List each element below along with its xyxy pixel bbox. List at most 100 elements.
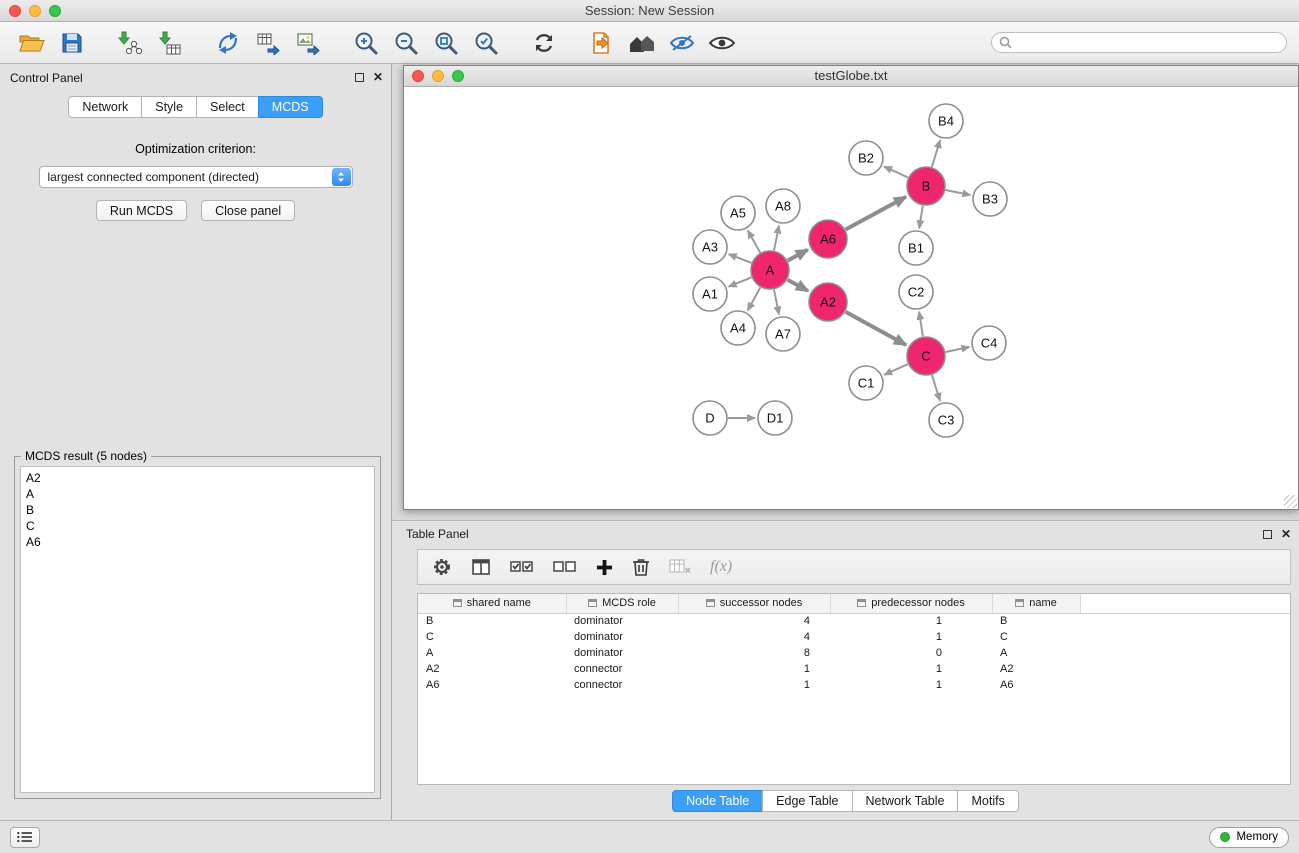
select-all-rows-button[interactable] bbox=[510, 558, 534, 576]
graph-node-A3[interactable]: A3 bbox=[693, 230, 727, 264]
edge-A-A3[interactable] bbox=[729, 254, 752, 263]
show-panels-button[interactable] bbox=[10, 827, 40, 848]
delete-column-button[interactable] bbox=[632, 557, 650, 577]
column-header-name[interactable]: name bbox=[992, 594, 1080, 613]
edge-B-B3[interactable] bbox=[946, 190, 971, 195]
tab-network[interactable]: Network bbox=[68, 96, 142, 118]
table-settings-button[interactable] bbox=[432, 557, 452, 577]
zoom-window-button[interactable] bbox=[49, 5, 61, 17]
deselect-all-rows-button[interactable] bbox=[553, 558, 577, 576]
hide-graphics-button[interactable] bbox=[662, 27, 702, 59]
edge-A-A4[interactable] bbox=[748, 288, 761, 311]
graph-node-C2[interactable]: C2 bbox=[899, 275, 933, 309]
tab-node-table[interactable]: Node Table bbox=[672, 790, 763, 812]
graph-node-A7[interactable]: A7 bbox=[766, 317, 800, 351]
tab-motifs[interactable]: Motifs bbox=[957, 790, 1018, 812]
edge-A-A5[interactable] bbox=[748, 230, 760, 252]
column-header-predecessor-nodes[interactable]: predecessor nodes bbox=[830, 594, 992, 613]
add-column-button[interactable] bbox=[596, 559, 613, 576]
mcds-result-item[interactable]: B bbox=[26, 502, 374, 518]
minimize-window-button[interactable] bbox=[29, 5, 41, 17]
import-network-button[interactable] bbox=[110, 27, 150, 59]
open-session-file-button[interactable] bbox=[582, 27, 622, 59]
edge-A-A8[interactable] bbox=[774, 226, 779, 251]
graph-node-D1[interactable]: D1 bbox=[758, 401, 792, 435]
export-image-button[interactable] bbox=[288, 27, 328, 59]
network-zoom-button[interactable] bbox=[452, 70, 464, 82]
graph-node-B3[interactable]: B3 bbox=[973, 182, 1007, 216]
tab-network-table[interactable]: Network Table bbox=[852, 790, 959, 812]
edge-B-B4[interactable] bbox=[932, 140, 940, 167]
open-file-button[interactable] bbox=[12, 27, 52, 59]
delete-table-button[interactable] bbox=[669, 559, 691, 575]
memory-button[interactable]: Memory bbox=[1209, 827, 1289, 848]
graph-node-A4[interactable]: A4 bbox=[721, 311, 755, 345]
close-panel-button[interactable]: Close panel bbox=[201, 200, 295, 221]
export-table-button[interactable] bbox=[248, 27, 288, 59]
zoom-fit-button[interactable] bbox=[426, 27, 466, 59]
zoom-selected-button[interactable] bbox=[466, 27, 506, 59]
table-row[interactable]: A6connector11A6 bbox=[418, 677, 1290, 693]
graph-node-A8[interactable]: A8 bbox=[766, 189, 800, 223]
network-close-button[interactable] bbox=[412, 70, 424, 82]
edge-C-C2[interactable] bbox=[919, 312, 923, 336]
graph-node-B[interactable]: B bbox=[907, 167, 945, 205]
graph-node-A[interactable]: A bbox=[751, 251, 789, 289]
graph-node-A6[interactable]: A6 bbox=[809, 220, 847, 258]
resize-handle[interactable] bbox=[1284, 495, 1297, 508]
column-header-MCDS-role[interactable]: MCDS role bbox=[566, 594, 678, 613]
edge-A-A1[interactable] bbox=[729, 277, 752, 286]
search-input[interactable] bbox=[1017, 36, 1279, 50]
graph-node-B1[interactable]: B1 bbox=[899, 231, 933, 265]
graph-node-A5[interactable]: A5 bbox=[721, 196, 755, 230]
save-session-button[interactable] bbox=[52, 27, 92, 59]
graph-node-C1[interactable]: C1 bbox=[849, 366, 883, 400]
float-panel-icon[interactable] bbox=[355, 73, 364, 82]
edge-B-B1[interactable] bbox=[919, 206, 923, 229]
table-row[interactable]: Bdominator41B bbox=[418, 613, 1290, 629]
network-minimize-button[interactable] bbox=[432, 70, 444, 82]
close-window-button[interactable] bbox=[9, 5, 21, 17]
edge-C-C4[interactable] bbox=[946, 347, 970, 352]
edge-B-B2[interactable] bbox=[884, 167, 908, 178]
column-header-shared-name[interactable]: shared name bbox=[418, 594, 566, 613]
edge-A2-C[interactable] bbox=[846, 312, 906, 345]
edge-C-C3[interactable] bbox=[932, 375, 940, 401]
network-canvas[interactable]: B4B2BB3A8A5A6A3B1AC2A1A2A4A7C4CC1C3DD1 bbox=[404, 87, 1298, 509]
search-box[interactable] bbox=[991, 32, 1287, 53]
column-header-successor-nodes[interactable]: successor nodes bbox=[678, 594, 830, 613]
graph-node-B4[interactable]: B4 bbox=[929, 104, 963, 138]
graph-node-A1[interactable]: A1 bbox=[693, 277, 727, 311]
graph-node-C3[interactable]: C3 bbox=[929, 403, 963, 437]
mcds-result-item[interactable]: A2 bbox=[26, 470, 374, 486]
mcds-result-item[interactable]: C bbox=[26, 518, 374, 534]
edge-A-A6[interactable] bbox=[788, 250, 808, 261]
edge-A-A2[interactable] bbox=[788, 280, 808, 291]
mcds-result-item[interactable]: A6 bbox=[26, 534, 374, 550]
show-columns-button[interactable] bbox=[471, 557, 491, 577]
new-network-button[interactable] bbox=[208, 27, 248, 59]
function-builder-button[interactable]: f(x) bbox=[710, 558, 732, 576]
edge-A6-B[interactable] bbox=[846, 197, 906, 230]
edge-C-C1[interactable] bbox=[884, 364, 908, 375]
zoom-in-button[interactable] bbox=[346, 27, 386, 59]
tab-mcds[interactable]: MCDS bbox=[258, 96, 323, 118]
table-row[interactable]: Adominator80A bbox=[418, 645, 1290, 661]
run-mcds-button[interactable]: Run MCDS bbox=[96, 200, 187, 221]
show-graphics-button[interactable] bbox=[702, 27, 742, 59]
graph-node-C4[interactable]: C4 bbox=[972, 326, 1006, 360]
table-row[interactable]: Cdominator41C bbox=[418, 629, 1290, 645]
mcds-result-item[interactable]: A bbox=[26, 486, 374, 502]
graph-node-A2[interactable]: A2 bbox=[809, 283, 847, 321]
graph-node-C[interactable]: C bbox=[907, 337, 945, 375]
close-table-panel-icon[interactable]: ✕ bbox=[1281, 528, 1291, 540]
mcds-result-list[interactable]: A2ABCA6 bbox=[20, 466, 375, 793]
refresh-button[interactable] bbox=[524, 27, 564, 59]
tab-select[interactable]: Select bbox=[196, 96, 259, 118]
zoom-out-button[interactable] bbox=[386, 27, 426, 59]
criterion-select[interactable]: largest connected component (directed) bbox=[39, 166, 353, 188]
close-panel-icon[interactable]: ✕ bbox=[373, 71, 383, 83]
home-button[interactable] bbox=[622, 27, 662, 59]
graph-node-B2[interactable]: B2 bbox=[849, 141, 883, 175]
edge-A-A7[interactable] bbox=[774, 290, 779, 315]
